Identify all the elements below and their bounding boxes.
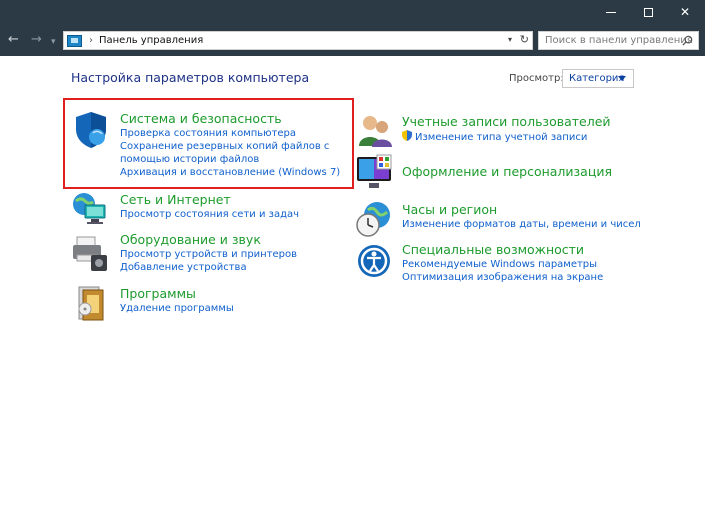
breadcrumb-chevron-icon[interactable]: ›	[89, 35, 93, 46]
address-dropdown-icon[interactable]: ▾	[508, 35, 512, 44]
category-hardware-sound: Оборудование и звук Просмотр устройств и…	[120, 232, 297, 274]
users-icon	[359, 116, 392, 147]
category-clock-region: Часы и регион Изменение форматов даты, в…	[402, 202, 641, 231]
breadcrumb-control-panel[interactable]: Панель управления	[99, 35, 203, 46]
search-icon[interactable]	[682, 35, 693, 46]
maximize-button[interactable]	[630, 0, 666, 24]
minimize-icon	[606, 11, 616, 13]
network-globe-icon	[73, 193, 106, 224]
category-title[interactable]: Оборудование и звук	[120, 232, 297, 248]
category-title[interactable]: Сеть и Интернет	[120, 192, 299, 208]
recent-locations-button[interactable]: ▾	[51, 33, 56, 51]
link-network-status[interactable]: Просмотр состояния сети и задач	[120, 208, 299, 221]
category-title[interactable]: Часы и регион	[402, 202, 641, 218]
uac-shield-icon	[402, 130, 412, 141]
link-backup-restore[interactable]: Архивация и восстановление (Windows 7)	[120, 166, 348, 179]
back-button[interactable]: ←	[8, 31, 19, 49]
link-devices-printers[interactable]: Просмотр устройств и принтеров	[120, 248, 297, 261]
link-change-formats[interactable]: Изменение форматов даты, времени и чисел	[402, 218, 641, 231]
category-network: Сеть и Интернет Просмотр состояния сети …	[120, 192, 299, 221]
maximize-icon	[643, 7, 653, 17]
link-optimize-display[interactable]: Оптимизация изображения на экране	[402, 271, 603, 284]
view-by-value: Категория	[569, 73, 625, 84]
forward-button[interactable]: →	[31, 31, 42, 49]
category-appearance: Оформление и персонализация	[402, 164, 612, 180]
category-title[interactable]: Оформление и персонализация	[402, 164, 612, 180]
search-box[interactable]: Поиск в панели управления	[538, 31, 699, 50]
monitor-palette-icon	[357, 154, 392, 188]
shield-icon	[76, 112, 106, 148]
link-change-account-type[interactable]: Изменение типа учетной записи	[402, 130, 611, 144]
search-input[interactable]: Поиск в панели управления	[545, 35, 693, 46]
category-title[interactable]: Система и безопасность	[120, 111, 348, 127]
view-by-dropdown[interactable]: Категория	[562, 69, 634, 88]
printer-icon	[73, 236, 107, 271]
category-title[interactable]: Программы	[120, 286, 234, 302]
page-title: Настройка параметров компьютера	[71, 70, 310, 85]
address-bar[interactable]: › Панель управления ▾ ↻	[63, 31, 533, 50]
chevron-down-icon	[618, 76, 626, 81]
category-system-security: Система и безопасность Проверка состояни…	[120, 111, 348, 179]
link-add-device[interactable]: Добавление устройства	[120, 261, 297, 274]
link-check-status[interactable]: Проверка состояния компьютера	[120, 127, 348, 140]
title-bar: ✕	[0, 0, 705, 24]
category-user-accounts: Учетные записи пользователей Изменение т…	[402, 114, 611, 144]
link-recommended-settings[interactable]: Рекомендуемые Windows параметры	[402, 258, 603, 271]
navigation-bar: ← → ▾ › Панель управления ▾ ↻ Поиск в па…	[0, 24, 705, 56]
refresh-icon[interactable]: ↻	[520, 33, 529, 46]
close-icon: ✕	[679, 5, 691, 19]
category-accessibility: Специальные возможности Рекомендуемые Wi…	[402, 242, 603, 284]
clock-globe-icon	[356, 202, 390, 237]
category-title[interactable]: Учетные записи пользователей	[402, 114, 611, 130]
control-panel-icon	[67, 34, 82, 47]
link-uninstall-program[interactable]: Удаление программы	[120, 302, 234, 315]
close-button[interactable]: ✕	[667, 0, 703, 24]
minimize-button[interactable]	[593, 0, 629, 24]
view-by-label: Просмотр:	[509, 73, 564, 84]
category-title[interactable]: Специальные возможности	[402, 242, 603, 258]
link-file-history[interactable]: Сохранение резервных копий файлов с помо…	[120, 140, 348, 166]
programs-icon	[78, 286, 104, 321]
link-label: Изменение типа учетной записи	[415, 132, 588, 143]
accessibility-icon	[358, 245, 390, 277]
category-programs: Программы Удаление программы	[120, 286, 234, 315]
